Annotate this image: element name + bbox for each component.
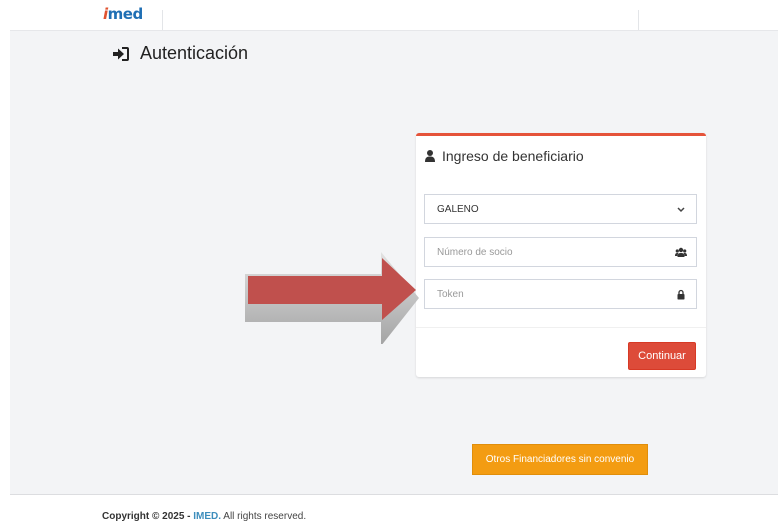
users-icon [675, 247, 687, 258]
card-footer-divider [416, 327, 706, 328]
token-placeholder: Token [437, 288, 464, 300]
top-navbar: imed [0, 0, 778, 30]
user-icon [425, 150, 435, 162]
sign-in-icon [112, 46, 130, 62]
lock-icon [675, 289, 687, 300]
navbar-divider-left [162, 10, 163, 30]
chevron-down-icon [675, 204, 687, 215]
card-title: Ingreso de beneficiario [425, 148, 584, 164]
other-financiers-button[interactable]: Otros Financiadores sin convenio [472, 444, 648, 475]
page-title-text: Autenticación [140, 43, 249, 63]
right-arrow-annotation [240, 248, 440, 344]
navbar-divider-right [638, 10, 639, 30]
copyright-prefix: Copyright © 2025 - [102, 511, 194, 522]
member-number-input[interactable]: Número de socio [424, 237, 697, 267]
token-input[interactable]: Token [424, 279, 697, 309]
financier-select-value: GALENO [437, 203, 479, 215]
page-title: Autenticación [112, 43, 248, 64]
continue-button[interactable]: Continuar [628, 342, 696, 370]
card-title-text: Ingreso de beneficiario [442, 148, 584, 164]
footer-copyright: Copyright © 2025 - IMED. All rights rese… [102, 511, 306, 523]
login-card: Ingreso de beneficiario GALENO Número de… [416, 133, 706, 377]
copyright-suffix: All rights reserved. [221, 511, 307, 522]
footer-brand-link[interactable]: IMED. [193, 511, 221, 522]
financier-select[interactable]: GALENO [424, 194, 697, 224]
logo-text: med [107, 5, 144, 23]
imed-logo[interactable]: imed [103, 5, 143, 23]
member-number-placeholder: Número de socio [437, 246, 513, 258]
